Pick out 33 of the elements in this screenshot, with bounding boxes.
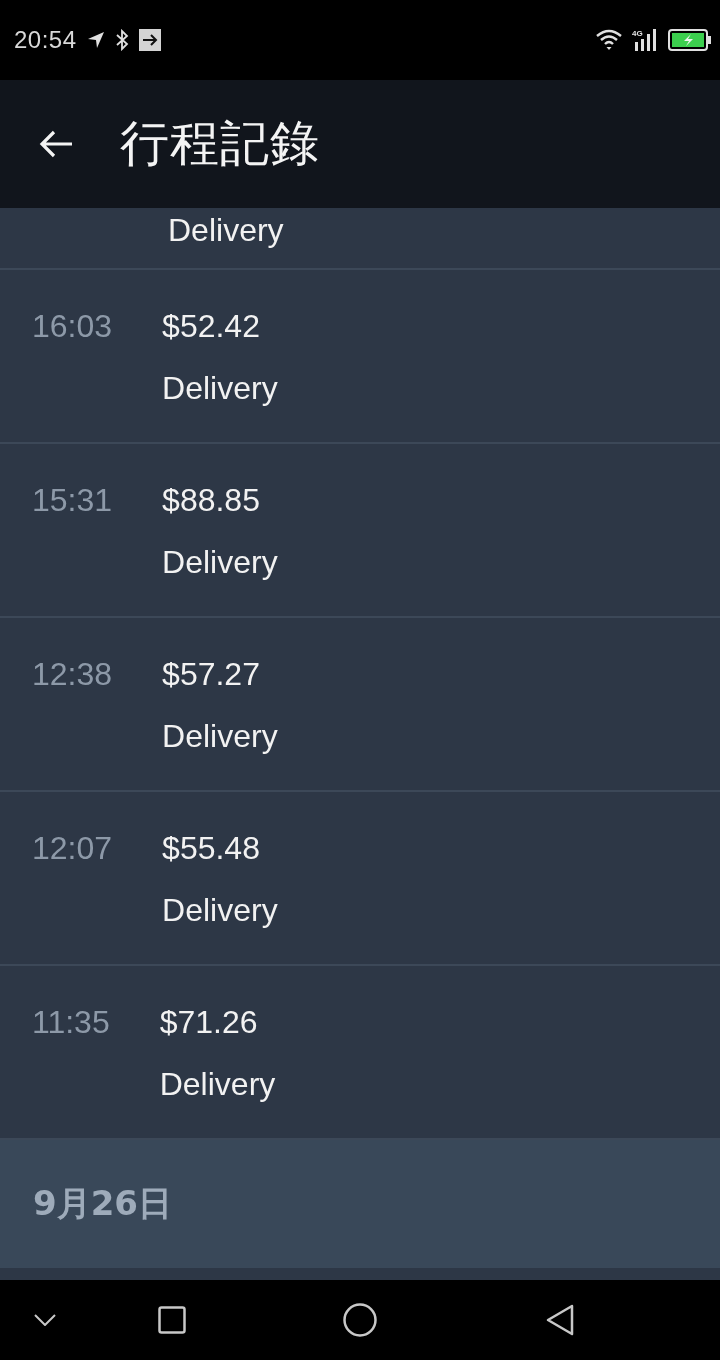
trip-time: 12:07 (32, 829, 113, 868)
trip-type: Delivery (159, 1065, 276, 1104)
trip-type: Delivery (168, 211, 284, 250)
trip-type: Delivery (162, 369, 278, 408)
trip-time: 12:38 (32, 655, 113, 694)
home-button[interactable] (343, 1303, 377, 1337)
back-nav-button[interactable] (546, 1304, 574, 1336)
page-title: 行程記錄 (120, 114, 320, 174)
collapse-button[interactable] (34, 1314, 56, 1326)
trip-amount: $57.27 (162, 655, 261, 694)
trip-time: 11:35 (32, 1003, 110, 1042)
trip-type: Delivery (162, 891, 278, 930)
square-icon (158, 1306, 186, 1334)
wifi-icon (596, 29, 622, 51)
chevron-down-icon (34, 1314, 56, 1326)
trip-type: Delivery (162, 717, 278, 756)
triangle-back-icon (546, 1304, 574, 1336)
circle-icon (343, 1303, 377, 1337)
trip-type: Delivery (162, 543, 278, 582)
location-arrow-icon (86, 31, 105, 49)
trip-amount: $88.85 (162, 481, 261, 520)
bluetooth-icon (114, 29, 129, 51)
trip-time: 15:31 (32, 481, 113, 520)
back-arrow-icon (39, 130, 73, 158)
battery-charging-icon (668, 29, 712, 51)
trip-amount: $55.48 (162, 829, 261, 868)
date-text: 9月26日 (33, 1182, 172, 1225)
recents-button[interactable] (158, 1306, 186, 1334)
trip-amount: $52.42 (162, 307, 261, 346)
status-time: 20:54 (14, 26, 77, 54)
trip-amount: $71.26 (159, 1003, 259, 1042)
trip-time: 16:03 (32, 307, 113, 346)
arrow-box-icon (138, 29, 161, 51)
